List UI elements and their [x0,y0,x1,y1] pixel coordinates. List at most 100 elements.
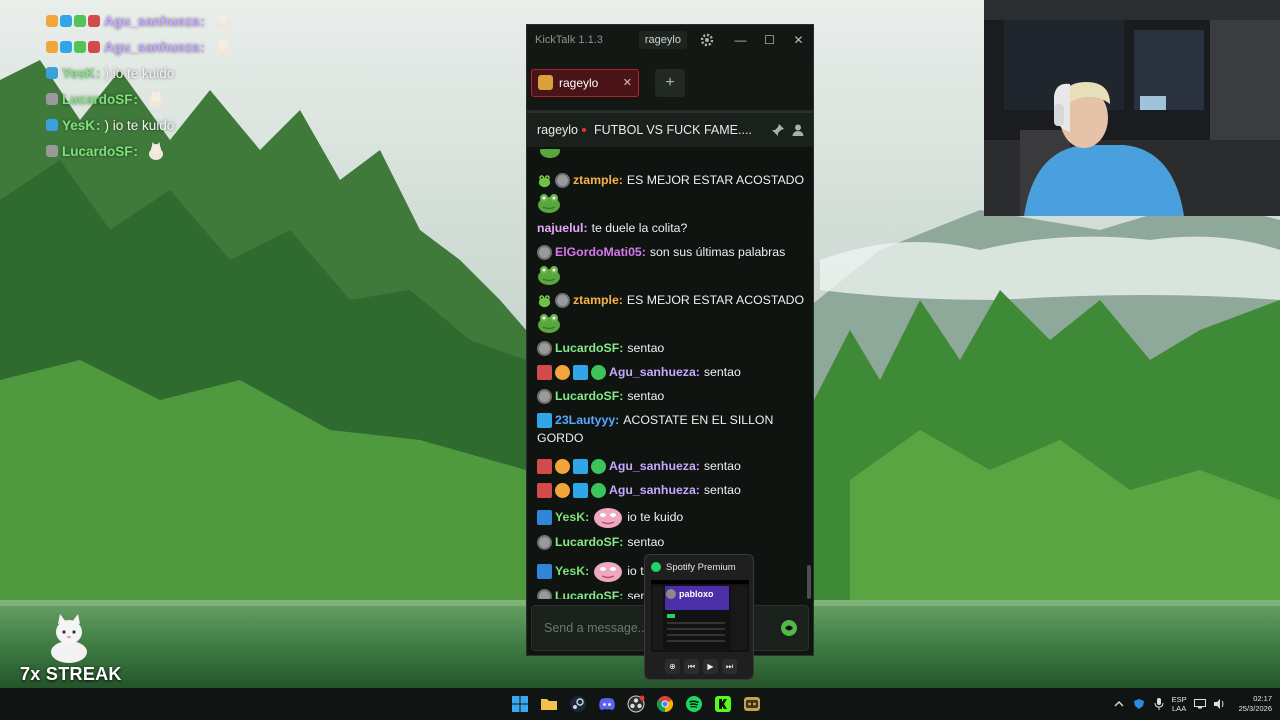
volume-icon[interactable] [1213,697,1227,711]
steam-icon[interactable] [568,694,588,714]
user-badge-icon [537,412,552,428]
user-badge-icon [555,292,570,308]
cat-emote-icon [215,12,230,30]
add-icon[interactable]: ⊕ [665,659,680,674]
user-badge-icon [573,364,588,380]
tab-label: rageylo [559,75,599,90]
spotify-icon[interactable] [684,694,704,714]
obs-icon[interactable] [626,694,646,714]
chevron-up-icon[interactable] [1112,697,1126,711]
badge-icon [88,41,100,53]
chat-username[interactable]: YesK: [555,562,589,580]
chat-message: ElGordoMati05: son sus últimas palabras [537,243,803,285]
language-indicator[interactable]: ESP LAA [1172,695,1187,713]
display-icon[interactable] [1193,697,1207,711]
spotify-thumbnail-popup[interactable]: Spotify Premium pabloxo ⊕ ⏮ ▶ ⏭ [644,554,754,680]
chat-username[interactable]: ElGordoMati05: [555,243,646,261]
chat-username[interactable]: najuelul: [537,219,588,237]
gear-icon[interactable] [699,32,715,48]
chat-username-text: LucardoSF [555,589,620,599]
badge-icon [74,15,86,27]
spotify-preview: pabloxo [651,580,749,652]
clock[interactable]: 02:17 25/3/2026 [1239,694,1272,714]
chat-username[interactable]: Agu_sanhueza: [609,363,700,381]
overlay-message: ) io te kuido [104,117,175,133]
chat-username[interactable]: LucardoSF: [555,387,623,405]
chat-username[interactable]: ztample: [573,171,623,189]
add-tab-button[interactable]: + [655,68,685,97]
file-explorer-icon[interactable] [539,694,559,714]
chrome-icon[interactable] [655,694,675,714]
close-window-button[interactable]: ✕ [784,25,813,55]
badge-icon [46,41,58,53]
user-badge-icon [537,563,552,579]
chat-username-text: LucardoSF [555,389,620,403]
chat-message-text: io te kuido [627,510,684,524]
user-badge-icon [591,458,606,474]
minimize-button[interactable]: — [726,25,755,55]
overlay-separator: : [96,65,101,81]
chat-message: Agu_sanhueza: sentao [537,457,803,475]
chat-message-text: ES MEJOR ESTAR ACOSTADO [626,173,805,187]
chat-message: 23Lautyyy: ACOSTATE EN EL SILLON GORDO [537,411,803,447]
previous-track-icon[interactable]: ⏮ [684,659,699,674]
user-icon[interactable] [791,123,805,137]
close-tab-icon[interactable]: ✕ [623,76,632,89]
chat-username[interactable]: LucardoSF: [555,587,623,599]
user-badge-icon [555,482,570,498]
defender-icon[interactable] [1132,697,1146,711]
chat-message-text: sentao [703,483,741,497]
play-icon[interactable]: ▶ [703,659,718,674]
tab-rageylo[interactable]: rageylo ✕ [531,68,639,97]
chat-message-text: sentao [627,535,665,549]
account-button[interactable]: rageylo [638,31,687,49]
pepe-badge-icon [538,174,551,187]
pin-icon[interactable] [771,123,785,137]
chat-username[interactable]: LucardoSF: [555,533,623,551]
chat-message: YesK: io te kuido [537,505,803,529]
chat-username-text: Agu_sanhueza [609,365,696,379]
badge-icon [46,119,58,131]
cat-emote-icon [51,614,87,663]
user-badge-icon [537,534,552,550]
game-app-icon[interactable] [742,694,762,714]
chat-username-text: YesK [555,510,586,524]
next-track-icon[interactable]: ⏭ [722,659,737,674]
microphone-icon[interactable] [1152,697,1166,711]
kicktalk-icon[interactable] [713,694,733,714]
cat-emote-icon [149,142,164,160]
badge-icon [74,41,86,53]
chat-username[interactable]: ztample: [573,291,623,309]
chat-message: Agu_sanhueza: sentao [537,363,803,381]
language-code: ESP [1171,695,1187,704]
overlay-username: YesK [62,65,96,81]
chat-username[interactable]: LucardoSF: [555,339,623,357]
channel-info-bar: rageylo FUTBOL VS FUCK FAME.... [527,111,813,147]
discord-icon[interactable] [597,694,617,714]
overlay-chat-line: YesK:) io te kuido [46,60,233,86]
chat-username[interactable]: Agu_sanhueza: [609,457,700,475]
chat-message-text: sentao [703,459,741,473]
keyboard-layout: LAA [1172,704,1187,713]
user-badge-icon [591,364,606,380]
pepe-emote-icon [538,194,560,213]
maximize-button[interactable]: ☐ [755,25,784,55]
chat-username-text: ztample [573,293,619,307]
overlay-separator: : [200,39,205,55]
chat-username[interactable]: 23Lautyyy: [555,411,619,429]
channel-name: rageylo [537,123,578,137]
kicktalk-titlebar: KickTalk 1.1.3 rageylo — ☐ ✕ [527,25,813,55]
chat-scrollbar[interactable] [807,565,811,599]
chat-username[interactable]: Agu_sanhueza: [609,481,700,499]
user-badge-icon [537,482,552,498]
cat-emote-icon [149,90,164,108]
chat-message-text: sentao [627,389,665,403]
user-badge-icon [573,482,588,498]
emote-picker-icon[interactable] [780,619,798,637]
overlay-chat-line: LucardoSF: [46,138,233,164]
chat-username-text: 23Lautyyy [555,413,616,427]
user-badge-icon [555,364,570,380]
start-button-icon[interactable] [510,694,530,714]
chat-message: LucardoSF: sentao [537,339,803,357]
chat-username[interactable]: YesK: [555,508,589,526]
